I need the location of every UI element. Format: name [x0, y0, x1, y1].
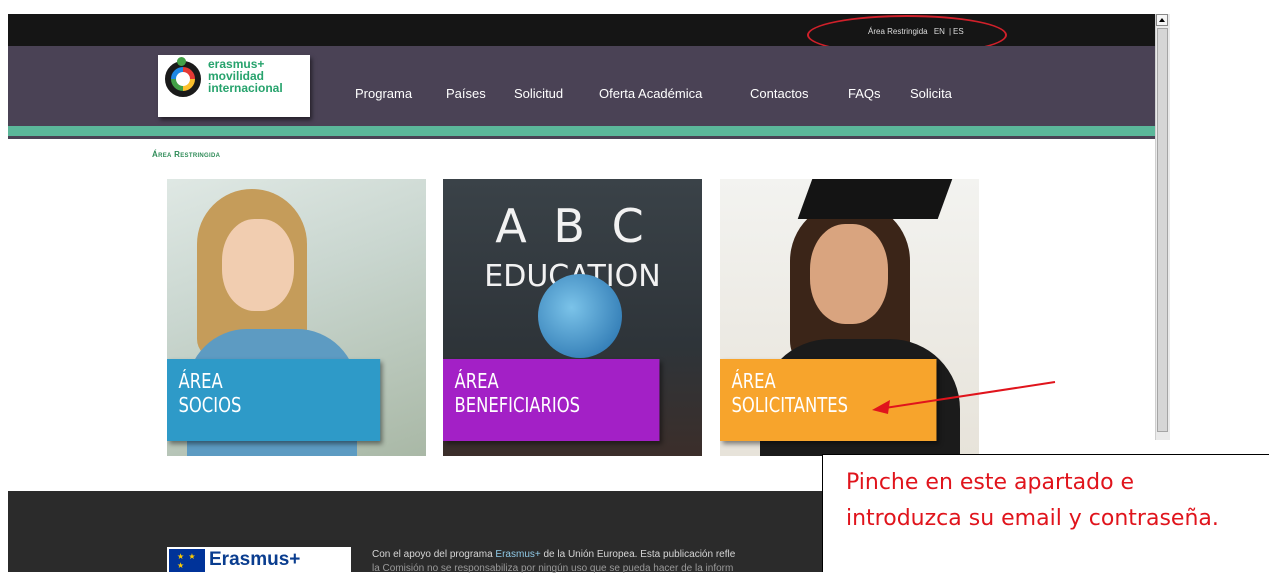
- student-face-image: [222, 219, 294, 311]
- eu-flag-icon: ★ ★ ★: [169, 549, 205, 572]
- globe-image: [538, 274, 622, 358]
- eu-erasmus-logo: ★ ★ ★ Erasmus+: [167, 547, 351, 572]
- scrollbar-thumb[interactable]: [1157, 28, 1168, 432]
- accent-stripe: [8, 126, 1155, 136]
- nav-item-programa[interactable]: Programa: [355, 86, 412, 101]
- chalkboard-letters: A B C: [495, 199, 650, 253]
- tile-socios-line-2: SOCIOS: [178, 393, 242, 417]
- tile-area-socios[interactable]: ÁREA SOCIOS: [167, 179, 426, 456]
- annotation-arrow-icon: [872, 381, 1056, 414]
- logo-text: erasmus+ movilidad internacional: [208, 58, 283, 94]
- nav-item-solicitud[interactable]: Solicitud: [514, 86, 563, 101]
- footer-text-after: de la Unión Europea. Esta publicación re…: [540, 549, 736, 560]
- tile-label-socios[interactable]: ÁREA SOCIOS: [167, 359, 381, 441]
- logo-line-3: internacional: [208, 81, 283, 95]
- tile-beneficiarios-line-1: ÁREA: [454, 369, 499, 393]
- footer-text-line-1: Con el apoyo del programa Erasmus+ de la…: [372, 549, 735, 560]
- tile-area-beneficiarios[interactable]: A B C EDUCATION ÁREA BENEFICIARIOS: [443, 179, 702, 456]
- footer-text-before: Con el apoyo del programa: [372, 549, 496, 560]
- nav-item-contactos[interactable]: Contactos: [750, 86, 809, 101]
- annotation-callout-box: Pinche en este apartado e introduzca su …: [822, 454, 1269, 572]
- nav-item-faqs[interactable]: FAQs: [848, 86, 881, 101]
- callout-text: Pinche en este apartado e introduzca su …: [846, 465, 1219, 537]
- callout-line-1: Pinche en este apartado e: [846, 470, 1135, 495]
- footer-erasmus-link[interactable]: Erasmus+: [495, 549, 540, 560]
- logo-ring-icon: [165, 61, 201, 97]
- scroll-up-arrow-icon[interactable]: [1156, 14, 1168, 26]
- tile-beneficiarios-line-2: BENEFICIARIOS: [454, 393, 581, 417]
- graduate-face-image: [810, 224, 888, 324]
- tile-socios-line-1: ÁREA: [178, 369, 223, 393]
- tile-label-beneficiarios[interactable]: ÁREA BENEFICIARIOS: [443, 359, 660, 441]
- site-logo[interactable]: erasmus+ movilidad internacional: [158, 55, 310, 117]
- nav-item-oferta-academica[interactable]: Oferta Académica: [599, 86, 702, 101]
- logo-dot-icon: [177, 57, 186, 66]
- callout-line-2: introduzca su email y contraseña.: [846, 506, 1219, 531]
- graduation-cap-icon: [797, 179, 953, 219]
- accent-underline: [8, 136, 1155, 139]
- breadcrumb: Área Restringida: [152, 150, 221, 159]
- nav-item-paises[interactable]: Países: [446, 86, 486, 101]
- footer-text-line-2: la Comisión no se responsabiliza por nin…: [372, 563, 734, 574]
- nav-item-solicita[interactable]: Solicita: [910, 86, 952, 101]
- eu-logo-text: Erasmus+: [209, 549, 301, 570]
